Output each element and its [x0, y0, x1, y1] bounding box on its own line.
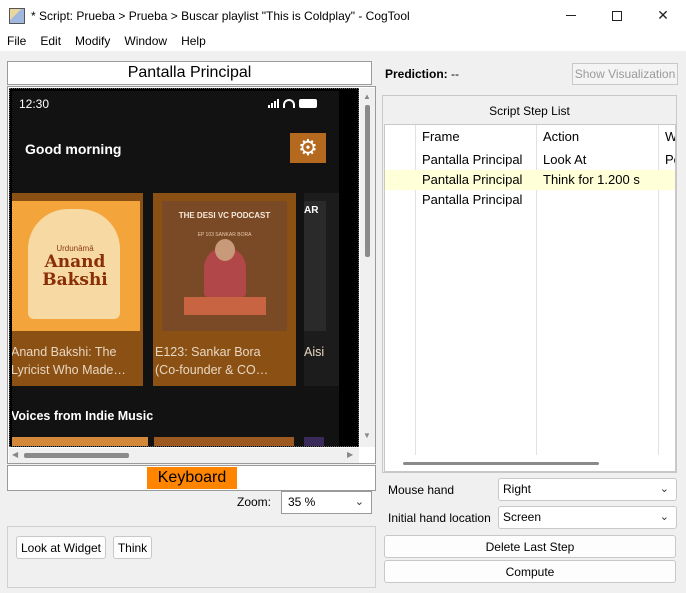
prediction-readout: Prediction: -- — [385, 67, 459, 81]
menu-edit[interactable]: Edit — [33, 34, 68, 48]
initial-hand-location-value: Screen — [503, 510, 542, 524]
phone-screen: 12:30 Good morning ⚙ Urdunāmā Anand Baks… — [12, 91, 339, 446]
menu-window[interactable]: Window — [117, 34, 174, 48]
section-card[interactable] — [154, 437, 294, 446]
scroll-left-icon[interactable]: ◀ — [12, 450, 18, 459]
chevron-down-icon: ⌄ — [354, 496, 364, 508]
gear-icon[interactable]: ⚙ — [290, 133, 326, 163]
chevron-down-icon: ⌄ — [659, 483, 669, 495]
signal-icon — [268, 99, 279, 108]
menu-file[interactable]: File — [0, 34, 33, 48]
zoom-select[interactable]: 35 % ⌄ — [281, 491, 372, 514]
think-button[interactable]: Think — [113, 536, 152, 559]
delete-last-step-button[interactable]: Delete Last Step — [384, 535, 676, 558]
cell-action: Look At — [543, 152, 587, 167]
canvas-horizontal-scrollbar[interactable]: ◀ ▶ — [9, 448, 359, 463]
cell-frame: Pantalla Principal — [422, 152, 523, 167]
card-art-subtitle: EP 103 SANKAR BORA — [197, 232, 252, 238]
card-title-line2: (Co-founder & CO… — [155, 363, 269, 377]
close-icon[interactable]: ✕ — [640, 0, 686, 31]
table-row[interactable]: Pantalla Principal — [385, 190, 675, 210]
mouse-hand-label: Mouse hand — [388, 483, 455, 497]
card-title-line1: Aisi — [304, 345, 325, 359]
card-art-title: Anand Bakshi — [42, 251, 108, 290]
frame-canvas: 12:30 Good morning ⚙ Urdunāmā Anand Baks… — [7, 86, 376, 464]
canvas-vertical-scrollbar[interactable]: ▲ ▼ — [360, 88, 375, 447]
column-header-widget[interactable]: W — [665, 129, 675, 144]
section-heading: Voices from Indie Music — [12, 409, 154, 423]
cell-frame: Pantalla Principal — [422, 172, 523, 187]
card-artwork: THE DESI VC PODCAST EP 103 SANKAR BORA — [162, 201, 287, 331]
scroll-right-icon[interactable]: ▶ — [347, 450, 353, 459]
zoom-value: 35 % — [288, 495, 316, 509]
scroll-up-icon[interactable]: ▲ — [363, 92, 371, 101]
wifi-icon — [283, 99, 295, 108]
prediction-value: -- — [451, 67, 460, 81]
script-step-list-title: Script Step List — [489, 104, 570, 118]
title-bar: * Script: Prueba > Prueba > Buscar playl… — [0, 0, 686, 31]
battery-icon — [299, 99, 317, 108]
script-step-table: Frame Action W Pantalla Principal Look A… — [384, 124, 676, 472]
window-title: * Script: Prueba > Prueba > Buscar playl… — [31, 8, 410, 23]
podcast-card-anand-bakshi[interactable]: Urdunāmā Anand Bakshi Anand Bakshi: The … — [12, 193, 143, 386]
chevron-down-icon: ⌄ — [659, 511, 669, 523]
script-step-panel: Script Step List Frame Action W Pantalla… — [382, 95, 677, 473]
card-artwork: Urdunāmā Anand Bakshi — [12, 201, 140, 331]
show-visualization-button[interactable]: Show Visualization — [572, 63, 678, 85]
podcast-card-partial[interactable]: AR Aisi — [304, 193, 339, 386]
column-header-frame[interactable]: Frame — [422, 129, 460, 144]
card-art-banner — [184, 297, 266, 315]
initial-hand-location-label: Initial hand location — [388, 511, 491, 525]
table-row[interactable]: Pantalla Principal Look At Po — [385, 150, 675, 170]
compute-button[interactable]: Compute — [384, 560, 676, 583]
card-artwork: AR — [304, 201, 326, 331]
table-row[interactable]: Pantalla Principal Think for 1.200 s — [385, 170, 675, 190]
look-at-widget-button[interactable]: Look at Widget — [16, 536, 106, 559]
section-card[interactable] — [12, 437, 148, 446]
section-card[interactable] — [304, 437, 324, 446]
cell-frame: Pantalla Principal — [422, 192, 523, 207]
cell-widget: Po — [665, 152, 675, 167]
keyboard-bar: Keyboard — [7, 465, 376, 491]
widget-actions-panel: Look at Widget Think — [7, 526, 376, 588]
phone-frame[interactable]: 12:30 Good morning ⚙ Urdunāmā Anand Baks… — [9, 88, 359, 447]
podcast-card-sankar-bora[interactable]: THE DESI VC PODCAST EP 103 SANKAR BORA E… — [153, 193, 296, 386]
scroll-thumb[interactable] — [24, 453, 129, 458]
card-title-line1: E123: Sankar Bora — [155, 345, 261, 359]
card-title-line1: Anand Bakshi: The — [12, 345, 117, 359]
table-horizontal-scrollbar[interactable] — [385, 457, 675, 471]
menu-bar: File Edit Modify Window Help — [0, 31, 686, 51]
cogtool-app-icon — [9, 7, 25, 24]
initial-hand-location-select[interactable]: Screen ⌄ — [498, 506, 677, 529]
keyboard-button[interactable]: Keyboard — [147, 467, 237, 489]
mouse-hand-value: Right — [503, 482, 532, 496]
cell-action: Think for 1.200 s — [543, 172, 640, 187]
scroll-thumb[interactable] — [365, 105, 370, 257]
menu-help[interactable]: Help — [174, 34, 213, 48]
column-header-action[interactable]: Action — [543, 129, 579, 144]
zoom-label: Zoom: — [237, 495, 272, 509]
scroll-down-icon[interactable]: ▼ — [363, 431, 371, 440]
maximize-icon[interactable] — [594, 0, 640, 31]
scroll-thumb[interactable] — [403, 462, 599, 465]
greeting-heading: Good morning — [25, 141, 122, 157]
menu-modify[interactable]: Modify — [68, 34, 117, 48]
minimize-icon[interactable] — [548, 0, 594, 31]
mouse-hand-select[interactable]: Right ⌄ — [498, 478, 677, 501]
card-art-title: THE DESI VC PODCAST — [178, 211, 271, 220]
card-title-line2: Lyricist Who Made… — [12, 363, 126, 377]
prediction-label: Prediction: — [385, 67, 448, 81]
status-time: 12:30 — [19, 97, 50, 111]
frame-name-header: Pantalla Principal — [7, 61, 372, 85]
status-icons — [268, 99, 317, 108]
